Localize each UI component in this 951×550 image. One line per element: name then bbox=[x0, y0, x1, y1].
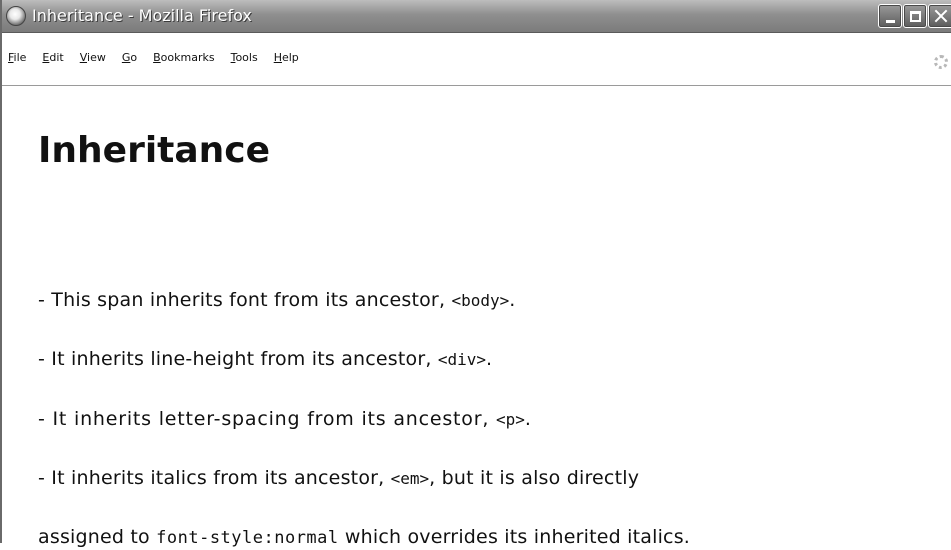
menu-help[interactable]: Help bbox=[274, 51, 299, 64]
page-title: Inheritance bbox=[38, 130, 271, 171]
activity-throbber-icon bbox=[934, 55, 948, 69]
line-text: - It inherits italics from its ancestor, bbox=[38, 467, 391, 489]
line-after: . bbox=[509, 289, 516, 311]
line-code: <p> bbox=[496, 410, 525, 429]
title-bar[interactable]: Inheritance - Mozilla Firefox bbox=[2, 0, 951, 33]
line-after: . bbox=[524, 408, 532, 430]
menu-tools[interactable]: Tools bbox=[231, 51, 258, 64]
menu-view[interactable]: View bbox=[80, 51, 106, 64]
text-line-font-style: assigned to font-style:normal which over… bbox=[38, 525, 690, 550]
menu-items: File Edit View Go Bookmarks Tools Help bbox=[8, 51, 315, 64]
menu-file[interactable]: File bbox=[8, 51, 26, 64]
text-line-letter-spacing: - It inherits letter-spacing from its an… bbox=[38, 407, 532, 432]
menu-go[interactable]: Go bbox=[122, 51, 137, 64]
line-after: , but it is also directly bbox=[429, 467, 640, 489]
page-content: Inheritance - This span inherits font fr… bbox=[2, 87, 951, 549]
line-code: <body> bbox=[451, 291, 510, 310]
browser-window: Inheritance - Mozilla Firefox File Edit … bbox=[0, 0, 951, 549]
minimize-icon bbox=[885, 19, 895, 23]
minimize-button[interactable] bbox=[878, 4, 902, 28]
text-line-font: - This span inherits font from its ances… bbox=[38, 288, 515, 313]
line-after: . bbox=[486, 348, 493, 370]
maximize-icon bbox=[909, 10, 921, 22]
menu-bookmarks[interactable]: Bookmarks bbox=[153, 51, 214, 64]
close-icon bbox=[934, 9, 948, 23]
menu-edit[interactable]: Edit bbox=[42, 51, 63, 64]
line-code: <div> bbox=[437, 350, 487, 369]
text-line-line-height: - It inherits line-height from its ances… bbox=[38, 347, 492, 372]
line-text: - It inherits line-height from its ances… bbox=[38, 348, 438, 370]
menu-bar: File Edit View Go Bookmarks Tools Help bbox=[2, 33, 951, 86]
line-text: assigned to bbox=[38, 526, 157, 548]
window-title: Inheritance - Mozilla Firefox bbox=[32, 6, 252, 25]
close-button[interactable] bbox=[928, 4, 951, 28]
line-code: font-style:normal bbox=[156, 528, 339, 548]
line-text: - This span inherits font from its ances… bbox=[38, 289, 452, 311]
text-line-italics: - It inherits italics from its ancestor,… bbox=[38, 466, 639, 491]
line-after: which overrides its inherited italics. bbox=[338, 526, 691, 548]
line-text: - It inherits letter-spacing from its an… bbox=[38, 408, 497, 430]
maximize-button[interactable] bbox=[903, 4, 927, 28]
firefox-icon[interactable] bbox=[6, 6, 26, 26]
line-code: <em> bbox=[390, 469, 430, 488]
